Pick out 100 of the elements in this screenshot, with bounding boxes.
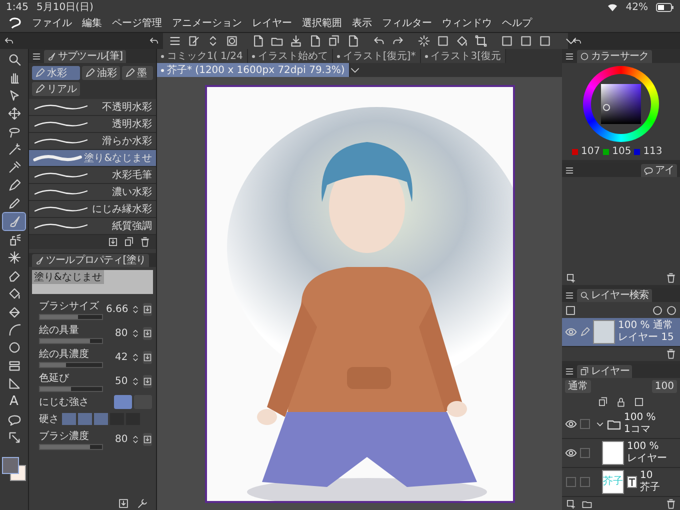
tool-button[interactable]: A [3, 393, 25, 410]
brush-item[interactable]: 滑らか水彩 [29, 133, 156, 150]
square-icon[interactable] [539, 35, 551, 47]
menu-icon[interactable] [32, 52, 41, 60]
menu-item[interactable]: フィルター [382, 16, 432, 30]
eye-icon[interactable] [565, 326, 577, 338]
color-square[interactable] [601, 84, 641, 124]
square-icon[interactable] [501, 35, 513, 47]
slider-track[interactable] [39, 386, 103, 392]
menu-item[interactable]: アニメーション [172, 16, 242, 30]
square-icon[interactable] [520, 35, 532, 47]
redo-icon[interactable] [392, 35, 404, 47]
channel-value[interactable]: 113 [643, 146, 662, 157]
tool-button[interactable] [3, 213, 25, 230]
menu-icon[interactable] [169, 35, 181, 47]
brush-item[interactable]: にじみ縁水彩 [29, 201, 156, 218]
eye-icon[interactable] [565, 447, 577, 459]
category-tab[interactable]: 水彩 [32, 66, 80, 80]
layer-row[interactable]: 100 % 1コマ [562, 410, 680, 439]
lock-icon[interactable] [616, 397, 626, 407]
document-icon[interactable] [347, 35, 359, 47]
menu-item[interactable]: ファイル [32, 16, 72, 30]
channel-value[interactable]: 105 [612, 146, 632, 157]
hardness-bar[interactable] [62, 413, 140, 425]
panel-tab[interactable]: サブツール[筆] [44, 50, 126, 62]
menu-icon[interactable] [565, 290, 574, 300]
checkbox[interactable] [580, 419, 590, 429]
visibility-toggle[interactable] [566, 477, 576, 487]
panel-tab[interactable]: レイヤー [577, 364, 632, 378]
brush-item[interactable]: 透明水彩 [29, 116, 156, 133]
property-value[interactable]: 50 [106, 376, 128, 387]
brush-item[interactable]: 紙質強調 [29, 218, 156, 235]
category-tab[interactable]: 油彩 [82, 66, 120, 80]
menu-item[interactable]: ページ管理 [112, 16, 162, 30]
document-tab[interactable]: コミック1( 1/24 [157, 49, 248, 63]
slider-track[interactable] [39, 314, 103, 320]
panel-tab[interactable]: レイヤー検索 [577, 288, 652, 302]
document-tab[interactable]: イラスト始めて [248, 49, 333, 63]
menu-item[interactable]: ヘルプ [502, 16, 532, 30]
pressure-button[interactable] [142, 327, 152, 340]
panel-tab[interactable]: カラーサーク [577, 50, 652, 62]
stepper-icon[interactable] [130, 329, 140, 338]
copy-icon[interactable] [328, 35, 340, 47]
document-tab[interactable]: イラスト3[復元 [420, 49, 506, 63]
checkbox[interactable] [580, 477, 590, 487]
document-icon[interactable] [309, 35, 321, 47]
menu-icon[interactable] [565, 166, 574, 174]
pressure-button[interactable] [143, 303, 152, 316]
clip-icon[interactable] [598, 397, 608, 407]
brush-item[interactable]: 水彩毛筆 [29, 167, 156, 184]
trash-icon[interactable] [140, 237, 150, 247]
trash-icon[interactable] [666, 499, 676, 509]
panel-tab[interactable]: アイ [640, 164, 677, 176]
download-icon[interactable] [108, 237, 118, 247]
slider-track[interactable] [39, 362, 103, 368]
slider-track[interactable] [39, 444, 103, 450]
app-logo[interactable] [8, 17, 22, 29]
stepper-icon[interactable] [130, 435, 140, 444]
menu-icon[interactable] [565, 52, 574, 60]
layer-row[interactable]: 100 % 通常 レイヤー 15 [562, 318, 680, 347]
transform-icon[interactable] [475, 35, 487, 47]
wrench-icon[interactable] [137, 498, 148, 508]
trash-icon[interactable] [666, 349, 676, 359]
layer-row[interactable]: 100 % レイヤー [562, 439, 680, 468]
menu-item[interactable]: 表示 [352, 16, 372, 30]
brush-item[interactable]: 不透明水彩 [29, 99, 156, 116]
property-value[interactable]: 6.66 [106, 304, 128, 315]
edit-icon[interactable] [188, 35, 200, 47]
menu-icon[interactable] [565, 366, 574, 376]
new-layer-icon[interactable] [566, 499, 576, 509]
stepper-icon[interactable] [131, 305, 140, 314]
pressure-button[interactable] [142, 351, 152, 364]
stepper-icon[interactable] [130, 377, 140, 386]
category-tab[interactable]: 墨 [122, 66, 153, 80]
menu-item[interactable]: レイヤー [252, 16, 292, 30]
pressure-button[interactable] [142, 433, 152, 446]
bucket-icon[interactable] [456, 35, 468, 47]
download-icon[interactable] [118, 498, 129, 508]
property-value[interactable]: 42 [106, 352, 128, 363]
spinner-icon[interactable] [418, 35, 430, 47]
document-tab[interactable]: イラスト[復元]* [332, 49, 421, 63]
save-icon[interactable] [290, 35, 302, 47]
channel-value[interactable]: 107 [581, 146, 600, 157]
pressure-button[interactable] [142, 375, 152, 388]
eye-icon[interactable] [565, 418, 577, 430]
color-swatches[interactable] [2, 457, 26, 481]
menu-item[interactable]: 選択範囲 [302, 16, 342, 30]
slider-track[interactable] [39, 338, 103, 344]
trash-icon[interactable] [666, 273, 676, 283]
folder-icon[interactable] [271, 35, 283, 47]
updown-icon[interactable] [207, 35, 219, 47]
new-icon[interactable] [566, 273, 576, 283]
stepper-icon[interactable] [130, 353, 140, 362]
square-icon[interactable] [437, 35, 449, 47]
document-icon[interactable] [252, 35, 264, 47]
undo-icon[interactable] [373, 35, 385, 47]
layer-row[interactable]: 芥子 10 芥子 [562, 468, 680, 497]
chevron-down-icon[interactable] [596, 420, 604, 428]
menu-item[interactable]: ウィンドウ [442, 16, 492, 30]
brush-item[interactable]: 塗り&なじませ [29, 150, 156, 167]
